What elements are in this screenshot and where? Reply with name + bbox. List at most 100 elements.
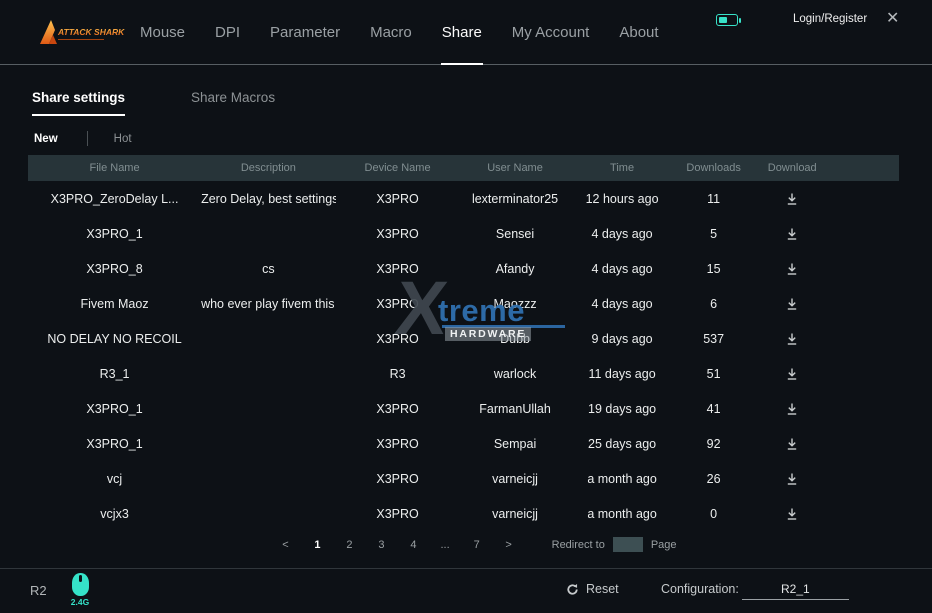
filter-divider (87, 131, 88, 146)
device-name-cell: X3PRO (336, 472, 460, 486)
downloads-count-cell: 51 (673, 367, 753, 381)
downloads-count-cell: 41 (673, 402, 753, 416)
time-cell: 4 days ago (571, 297, 674, 311)
configuration-label: Configuration: (661, 582, 739, 596)
downloads-count-cell: 6 (673, 297, 753, 311)
time-cell: a month ago (571, 507, 674, 521)
tab-share-settings[interactable]: Share settings (32, 90, 125, 116)
device-name-cell: X3PRO (336, 507, 460, 521)
file-name-cell: X3PRO_8 (28, 262, 201, 276)
mouse-connection-widget: 2.4G (68, 573, 92, 607)
time-cell: 12 hours ago (571, 192, 674, 206)
nav-tab-macro[interactable]: Macro (368, 0, 414, 65)
battery-icon (716, 14, 738, 26)
file-name-cell: X3PRO_1 (28, 402, 201, 416)
user-name-cell: Maozzz (459, 297, 570, 311)
download-icon[interactable] (783, 400, 801, 418)
device-name-cell: X3PRO (336, 192, 460, 206)
pagination: < 1 2 3 4 ... 7 > Redirect to Page (28, 537, 899, 552)
page-button-2[interactable]: 2 (344, 539, 354, 551)
table-row: R3_1 R3 warlock 11 days ago 51 (28, 356, 899, 391)
file-name-cell: Fivem Maoz (28, 297, 201, 311)
time-cell: 11 days ago (571, 367, 674, 381)
nav-tab-my-account[interactable]: My Account (510, 0, 592, 65)
nav-tab-mouse[interactable]: Mouse (138, 0, 187, 65)
mouse-icon (72, 573, 89, 596)
download-icon[interactable] (783, 260, 801, 278)
download-icon[interactable] (783, 190, 801, 208)
time-cell: 25 days ago (571, 437, 674, 451)
download-icon[interactable] (783, 435, 801, 453)
download-icon[interactable] (783, 225, 801, 243)
download-icon[interactable] (783, 365, 801, 383)
download-icon[interactable] (783, 505, 801, 523)
user-name-cell: lexterminator25 (459, 192, 570, 206)
device-name-cell: X3PRO (336, 262, 460, 276)
col-header-file-name: File Name (28, 162, 201, 174)
table-row: X3PRO_1 X3PRO Sempai 25 days ago 92 (28, 426, 899, 461)
file-name-cell: vcjx3 (28, 507, 201, 521)
redirect-page-input[interactable] (613, 537, 643, 552)
device-profile-label: R2 (30, 583, 47, 598)
close-icon[interactable]: ✕ (886, 9, 899, 29)
page-ellipsis: ... (440, 539, 449, 551)
tab-share-macros[interactable]: Share Macros (191, 90, 275, 116)
downloads-count-cell: 0 (673, 507, 753, 521)
nav-tab-share[interactable]: Share (440, 0, 484, 65)
filter-new[interactable]: New (34, 133, 58, 145)
filter-hot[interactable]: Hot (114, 133, 132, 145)
nav-tab-parameter[interactable]: Parameter (268, 0, 342, 65)
table-row: X3PRO_8 cs X3PRO Afandy 4 days ago 15 (28, 251, 899, 286)
col-header-download: Download (754, 162, 831, 174)
downloads-count-cell: 92 (673, 437, 753, 451)
file-name-cell: X3PRO_1 (28, 437, 201, 451)
download-icon[interactable] (783, 330, 801, 348)
redirect-label: Redirect to (552, 539, 605, 551)
nav-tab-about[interactable]: About (617, 0, 660, 65)
attack-shark-logo-icon: ATTACK SHARK (36, 15, 131, 51)
page-button-3[interactable]: 3 (376, 539, 386, 551)
reset-label: Reset (586, 582, 619, 596)
redirect-group: Redirect to Page (552, 537, 677, 552)
status-bar: R2 2.4G Reset Configuration: R2_1 (0, 568, 932, 613)
table-header-row: File Name Description Device Name User N… (28, 155, 899, 181)
device-name-cell: X3PRO (336, 297, 460, 311)
file-name-cell: R3_1 (28, 367, 201, 381)
col-header-description: Description (201, 162, 336, 174)
user-name-cell: Afandy (459, 262, 570, 276)
logo-text: ATTACK SHARK (57, 27, 125, 37)
downloads-count-cell: 537 (673, 332, 753, 346)
description-cell: who ever play fivem this is fo... (201, 297, 336, 311)
connection-mode-label: 2.4G (68, 597, 92, 607)
nav-tab-dpi[interactable]: DPI (213, 0, 242, 65)
next-page-icon[interactable]: > (504, 539, 514, 551)
page-button-1[interactable]: 1 (312, 539, 322, 551)
configuration-value-select[interactable]: R2_1 (742, 582, 849, 600)
mouse-wheel-icon (79, 575, 82, 582)
device-name-cell: X3PRO (336, 402, 460, 416)
login-register-link[interactable]: Login/Register (793, 13, 867, 25)
file-name-cell: X3PRO_1 (28, 227, 201, 241)
page-button-4[interactable]: 4 (408, 539, 418, 551)
user-name-cell: FarmanUllah (459, 402, 570, 416)
device-name-cell: R3 (336, 367, 460, 381)
main-nav: Mouse DPI Parameter Macro Share My Accou… (138, 0, 661, 65)
table-row: vcj X3PRO varneicjj a month ago 26 (28, 461, 899, 496)
file-name-cell: X3PRO_ZeroDelay L... (28, 192, 201, 206)
refresh-icon (566, 583, 579, 596)
app-window: ATTACK SHARK Mouse DPI Parameter Macro S… (0, 0, 932, 613)
download-icon[interactable] (783, 295, 801, 313)
prev-page-icon[interactable]: < (280, 539, 290, 551)
configuration-group: Configuration: R2_1 (661, 582, 849, 600)
user-name-cell: Dubb (459, 332, 570, 346)
col-header-time: Time (571, 162, 674, 174)
page-button-7[interactable]: 7 (472, 539, 482, 551)
reset-button[interactable]: Reset (566, 582, 619, 596)
download-icon[interactable] (783, 470, 801, 488)
time-cell: 4 days ago (571, 227, 674, 241)
downloads-count-cell: 11 (673, 192, 753, 206)
time-cell: 4 days ago (571, 262, 674, 276)
table-row: vcjx3 X3PRO varneicjj a month ago 0 (28, 496, 899, 531)
time-cell: 19 days ago (571, 402, 674, 416)
file-name-cell: NO DELAY NO RECOIL (28, 332, 201, 346)
